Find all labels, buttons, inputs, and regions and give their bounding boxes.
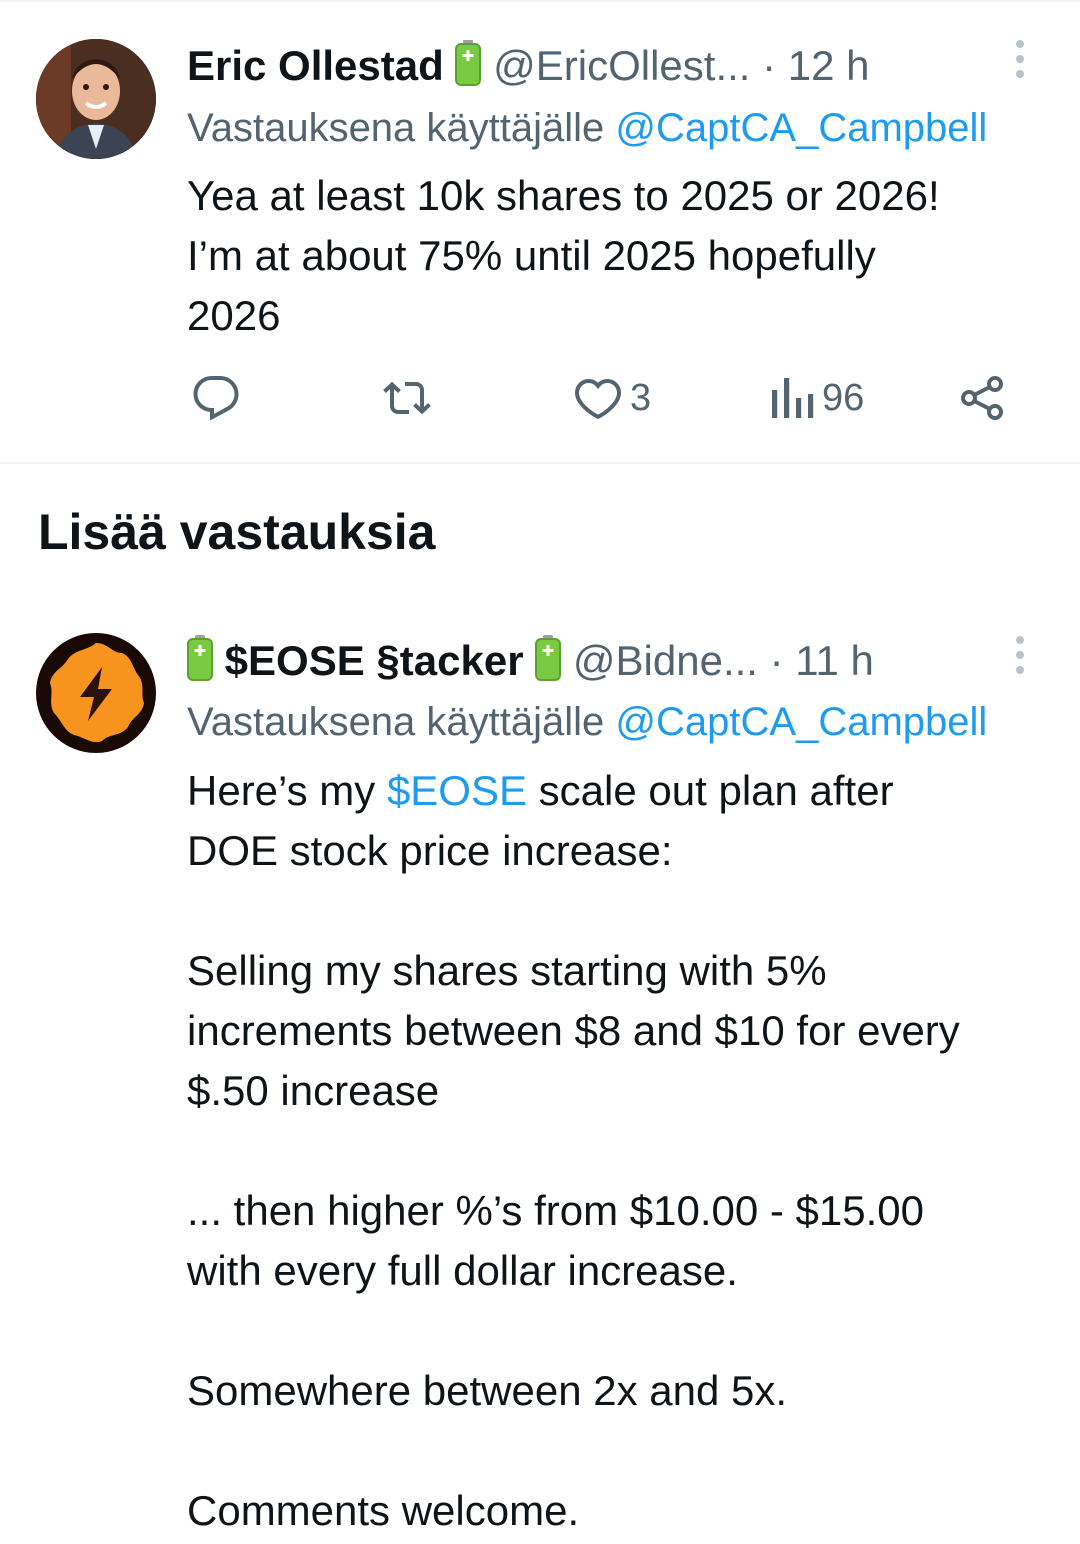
display-name[interactable]: $EOSE §tacker (225, 637, 524, 684)
text-line: Here’s my $EOSE scale out plan after (187, 761, 1067, 821)
cashtag-link[interactable]: $EOSE (387, 767, 527, 814)
text-line: increments between $8 and $10 for every (187, 1007, 960, 1054)
avatar-photo (36, 39, 156, 159)
tweet-text: Here’s my $EOSE scale out plan after DOE… (187, 761, 1067, 1541)
retweet-icon (383, 381, 431, 415)
share-button[interactable] (959, 374, 1007, 422)
replying-to: Vastauksena käyttäjälle @CaptCA_Campbell (187, 697, 1080, 747)
tweet-text: Yea at least 10k shares to 2025 or 2026!… (187, 166, 1067, 346)
timestamp[interactable]: 12 h (788, 42, 870, 89)
tweet-eose-stacker[interactable]: $EOSE §tacker @Bidne... · 11 h Vastaukse… (0, 600, 1080, 1544)
text-line: I’m at about 75% until 2025 hopefully (187, 232, 876, 279)
more-replies-heading: Lisää vastauksia (38, 504, 436, 560)
display-name[interactable]: Eric Ollestad (187, 42, 444, 89)
text-line: Somewhere between 2x and 5x. (187, 1367, 788, 1414)
reply-prefix: Vastauksena käyttäjälle (187, 700, 616, 744)
avatar[interactable] (36, 633, 156, 753)
action-bar: 3 96 (187, 374, 1027, 434)
avatar[interactable] (36, 39, 156, 159)
reply-mention-link[interactable]: @CaptCA_Campbell (615, 700, 987, 744)
text-line: $.50 increase (187, 1067, 440, 1114)
reply-button[interactable] (192, 374, 240, 422)
reply-mention-link[interactable]: @CaptCA_Campbell (615, 106, 987, 150)
share-icon (961, 376, 1003, 420)
reply-icon (193, 376, 239, 421)
battery-emoji-icon (455, 40, 482, 97)
text-line: Selling my shares starting with 5% (187, 947, 827, 994)
tweet-divider (0, 462, 1080, 464)
text-line: ... then higher %’s from $10.00 - $15.00 (187, 1187, 925, 1234)
retweet-button[interactable] (382, 374, 432, 422)
battery-emoji-icon (535, 635, 562, 692)
tweet-eric-ollestad[interactable]: Eric Ollestad @EricOllest... · 12 h Vast… (0, 0, 1080, 462)
separator-dot: · (757, 637, 796, 684)
heart-icon (574, 378, 622, 420)
views-icon (772, 378, 814, 418)
separator-dot: · (750, 42, 788, 89)
tweet-header: Eric Ollestad @EricOllest... · 12 h (187, 40, 870, 97)
like-button[interactable]: 3 (574, 374, 651, 422)
text-line: Comments welcome. (187, 1487, 580, 1534)
replying-to: Vastauksena käyttäjälle @CaptCA_Campbell (187, 103, 1080, 153)
text-line: with every full dollar increase. (187, 1247, 738, 1294)
battery-emoji-icon (187, 635, 213, 692)
more-options-icon[interactable] (1008, 636, 1032, 680)
handle[interactable]: @EricOllest... (493, 42, 750, 89)
text-segment: scale out plan after (527, 767, 894, 814)
timestamp[interactable]: 11 h (795, 637, 874, 684)
views-button[interactable]: 96 (770, 374, 864, 422)
like-count: 3 (630, 376, 652, 419)
avatar-lightning-badge (36, 633, 156, 753)
views-count: 96 (822, 376, 865, 419)
more-options-icon[interactable] (1008, 40, 1032, 84)
text-line: Yea at least 10k shares to 2025 or 2026! (187, 172, 940, 219)
tweet-header: $EOSE §tacker @Bidne... · 11 h (187, 635, 874, 692)
handle[interactable]: @Bidne... (573, 637, 758, 684)
text-segment: Here’s my (187, 767, 387, 814)
text-line: DOE stock price increase: (187, 827, 673, 874)
reply-prefix: Vastauksena käyttäjälle (187, 106, 616, 150)
text-line: 2026 (187, 292, 281, 339)
